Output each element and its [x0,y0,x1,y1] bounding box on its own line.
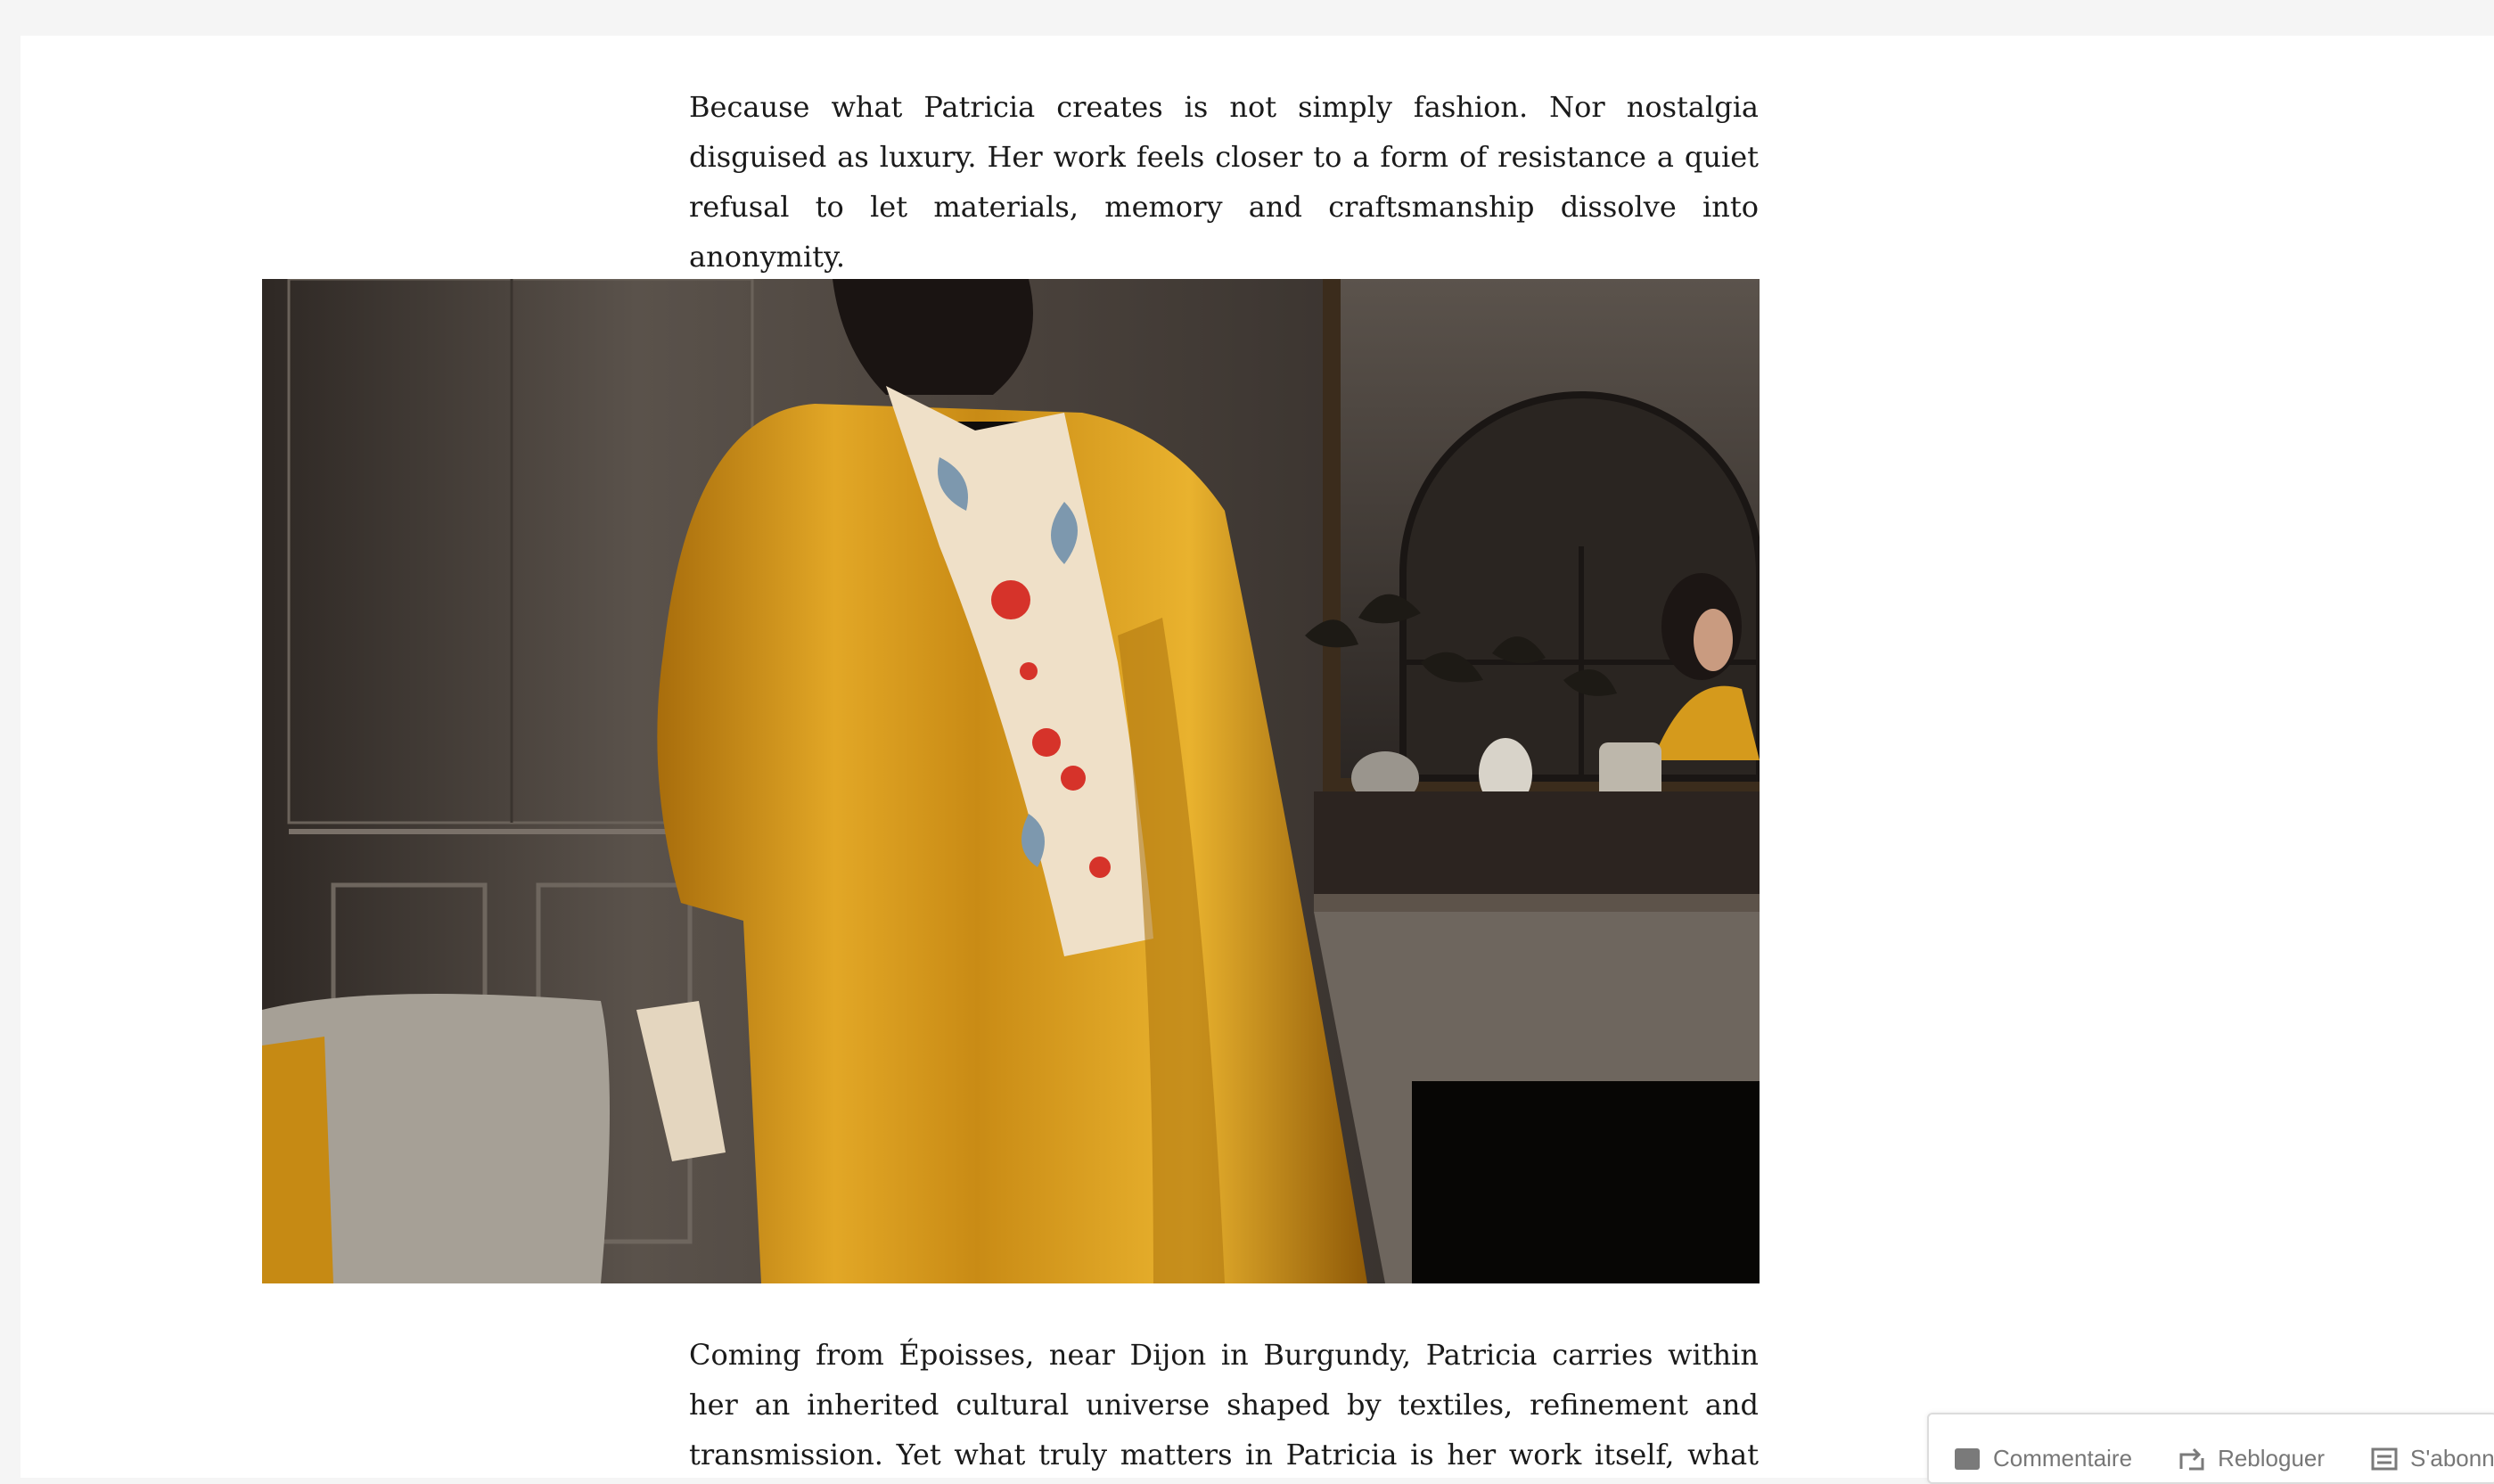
comment-icon [1955,1447,1980,1470]
photo-woman-in-golden-coat [262,279,1760,1283]
subscribe-label: S'abonner [2410,1445,2494,1472]
floating-action-bar: Commentaire Rebloguer S'abonner [1927,1413,2494,1484]
comment-button[interactable]: Commentaire [1954,1445,2132,1472]
article-page: Because what Patricia creates is not sim… [21,36,2494,1478]
article-paragraph: Coming from Époisses, near Dijon in Burg… [689,1338,1759,1472]
article-photo [262,279,1760,1283]
reblog-button[interactable]: Rebloguer [2178,1445,2325,1472]
comment-label: Commentaire [1993,1445,2133,1472]
subscribe-button[interactable]: S'abonner [2371,1445,2494,1472]
reblog-label: Rebloguer [2218,1445,2326,1472]
reblog-icon [2179,1447,2204,1470]
subscribe-icon [2371,1447,2398,1470]
article-paragraph: Because what Patricia creates is not sim… [689,90,1759,274]
